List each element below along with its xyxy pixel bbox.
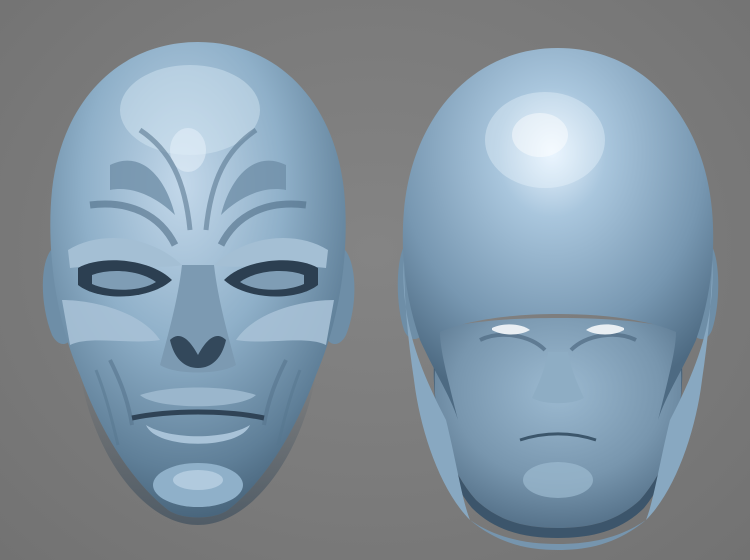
skull-mask — [42, 42, 355, 525]
sculpt-render — [42, 42, 719, 550]
hood-mask — [397, 48, 719, 550]
render-viewport — [0, 0, 750, 560]
